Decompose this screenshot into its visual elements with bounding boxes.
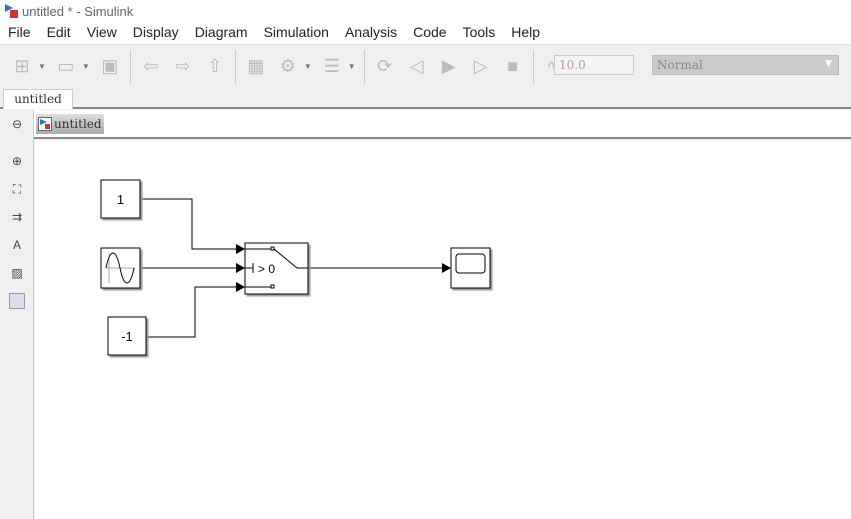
image-icon[interactable]: ▨ xyxy=(9,265,25,281)
up-arrow-icon[interactable]: ⇧ xyxy=(203,55,227,79)
scope-screen-icon xyxy=(455,253,486,274)
zoom-in-icon[interactable]: ⊕ xyxy=(9,153,25,169)
constant-value: 1 xyxy=(117,192,124,207)
diagram-canvas[interactable]: 1 -1 > 0 xyxy=(35,141,851,519)
open-dropdown-icon[interactable]: ▼ xyxy=(82,62,90,71)
tab-untitled[interactable]: untitled xyxy=(3,89,73,109)
breadcrumb-label: untitled xyxy=(54,117,102,131)
new-dropdown-icon[interactable]: ▼ xyxy=(38,62,46,71)
breadcrumb[interactable]: untitled xyxy=(36,114,104,134)
step-forward-icon[interactable]: ▷ xyxy=(469,55,493,79)
menu-help[interactable]: Help xyxy=(503,22,548,44)
model-explorer-icon[interactable]: ☰ xyxy=(320,55,344,79)
gear-icon[interactable]: ⚙ xyxy=(276,55,300,79)
address-bar: untitled xyxy=(34,110,851,139)
menu-display[interactable]: Display xyxy=(125,22,187,44)
menu-code[interactable]: Code xyxy=(405,22,454,44)
separator xyxy=(532,49,534,84)
menu-simulation[interactable]: Simulation xyxy=(256,22,337,44)
menu-diagram[interactable]: Diagram xyxy=(187,22,256,44)
stop-time-input[interactable]: 10.0 xyxy=(554,55,634,75)
back-arrow-icon[interactable]: ⇦ xyxy=(139,55,163,79)
hide-browser-icon[interactable]: ⊖ xyxy=(9,116,25,132)
switch-criteria: > 0 xyxy=(258,262,275,276)
run-icon[interactable]: ▶ xyxy=(437,55,461,79)
explorer-dropdown-icon[interactable]: ▼ xyxy=(348,62,356,71)
chevron-down-icon: ▼ xyxy=(825,59,832,69)
menu-tools[interactable]: Tools xyxy=(455,22,504,44)
new-model-icon[interactable]: ⊞ xyxy=(10,55,34,79)
separator xyxy=(363,49,365,84)
menu-analysis[interactable]: Analysis xyxy=(337,22,405,44)
left-palette: ⊖ ⊕ ⛶ ⇉ A ▨ xyxy=(0,110,34,519)
update-diagram-icon[interactable]: ⟳ xyxy=(373,55,397,79)
model-icon xyxy=(38,117,52,131)
menu-bar: File Edit View Display Diagram Simulatio… xyxy=(0,22,851,44)
separator xyxy=(129,49,131,84)
simulation-mode-value: Normal xyxy=(657,58,703,72)
annotation-icon[interactable]: A xyxy=(9,237,25,253)
simulation-mode-select[interactable]: Normal ▼ xyxy=(652,55,839,75)
step-back-icon[interactable]: ◁ xyxy=(405,55,429,79)
menu-file[interactable]: File xyxy=(0,22,39,44)
scope-block[interactable] xyxy=(450,247,491,289)
window-title: untitled * - Simulink xyxy=(22,3,134,19)
area-icon[interactable] xyxy=(9,293,25,309)
save-icon[interactable]: ▣ xyxy=(98,55,122,79)
switch-block[interactable]: > 0 xyxy=(244,242,309,295)
constant-block-1[interactable]: 1 xyxy=(100,179,141,219)
simulink-logo-icon xyxy=(4,4,18,18)
stop-icon[interactable]: ■ xyxy=(501,55,525,79)
separator xyxy=(234,49,236,84)
constant-block-neg1[interactable]: -1 xyxy=(107,316,147,356)
library-browser-icon[interactable]: ▦ xyxy=(244,55,268,79)
open-folder-icon[interactable]: ▭ xyxy=(54,55,78,79)
menu-view[interactable]: View xyxy=(79,22,125,44)
menu-edit[interactable]: Edit xyxy=(39,22,79,44)
signal-line xyxy=(146,286,237,338)
forward-arrow-icon[interactable]: ⇨ xyxy=(171,55,195,79)
settings-dropdown-icon[interactable]: ▼ xyxy=(304,62,312,71)
tab-bar: untitled xyxy=(0,88,851,109)
signal-line xyxy=(140,198,237,250)
fit-to-view-icon[interactable]: ⛶ xyxy=(9,181,25,197)
sine-wave-block[interactable] xyxy=(100,247,141,289)
title-bar: untitled * - Simulink xyxy=(0,0,851,22)
signal-routing-icon[interactable]: ⇉ xyxy=(9,209,25,225)
constant-value: -1 xyxy=(121,329,133,344)
